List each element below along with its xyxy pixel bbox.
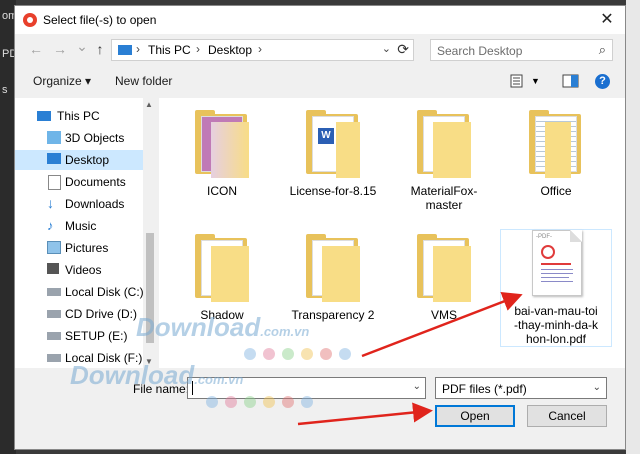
- arrow-to-open-icon: [297, 402, 433, 426]
- arrow-to-pdf-icon: [361, 292, 523, 358]
- annotation-arrows: [297, 292, 523, 426]
